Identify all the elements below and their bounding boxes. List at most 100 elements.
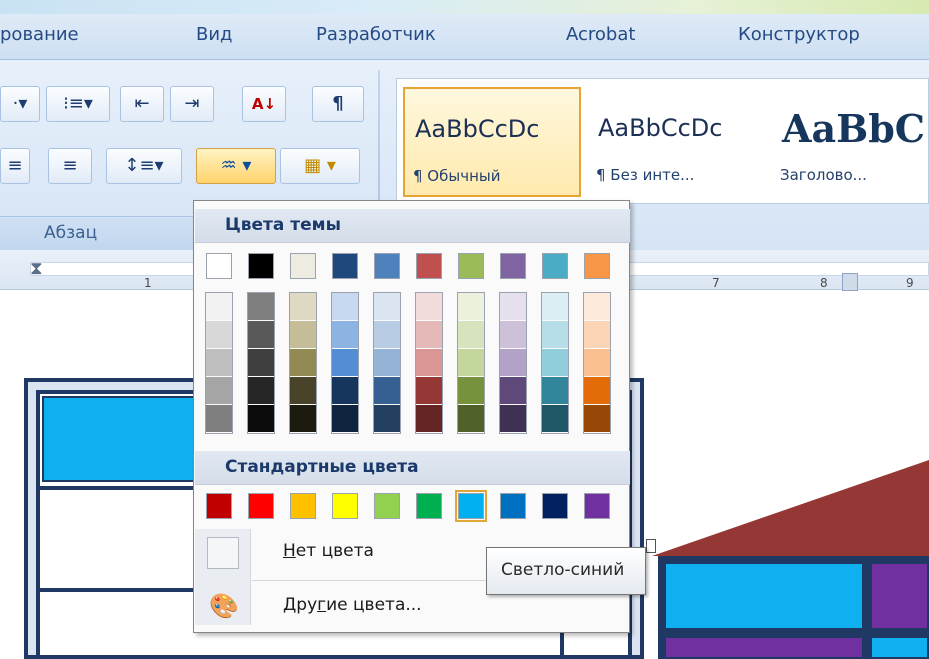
theme-shade-swatch[interactable] [332, 321, 358, 348]
theme-shade-swatch[interactable] [206, 321, 232, 348]
theme-shade-swatch[interactable] [584, 377, 610, 404]
theme-shade-swatch[interactable] [248, 321, 274, 348]
tab-view[interactable]: Вид [196, 24, 233, 45]
table-cell-filled[interactable] [42, 396, 202, 482]
house-roof-shape[interactable] [652, 460, 929, 556]
tab-design[interactable]: Конструктор [738, 24, 860, 45]
theme-shade-swatch[interactable] [584, 293, 610, 320]
theme-shade-swatch[interactable] [542, 349, 568, 376]
theme-shade-swatch[interactable] [248, 293, 274, 320]
resize-handle-icon[interactable] [646, 539, 656, 553]
theme-shade-swatch[interactable] [416, 405, 442, 432]
theme-shade-swatch[interactable] [332, 349, 358, 376]
standard-color-swatch[interactable] [542, 493, 568, 519]
theme-shade-swatch[interactable] [500, 321, 526, 348]
theme-shade-swatch[interactable] [206, 377, 232, 404]
standard-color-swatch[interactable] [206, 493, 232, 519]
multilevel-list-button[interactable]: ⁝≡▾ [46, 86, 110, 122]
theme-shade-swatch[interactable] [458, 321, 484, 348]
distributed-button[interactable]: ≡ [48, 148, 92, 184]
indent-marker-icon[interactable]: ⧗ [30, 258, 52, 288]
style-no-spacing[interactable]: AaBbCcDc ¶ Без инте... [587, 87, 765, 197]
theme-shade-swatch[interactable] [500, 377, 526, 404]
standard-colors-title: Стандартные цвета [225, 457, 419, 477]
theme-shade-swatch[interactable] [374, 321, 400, 348]
theme-shade-swatch[interactable] [332, 405, 358, 432]
theme-shade-swatch[interactable] [542, 321, 568, 348]
theme-shade-swatch[interactable] [458, 349, 484, 376]
theme-color-swatch[interactable] [500, 253, 526, 279]
theme-shade-swatch[interactable] [542, 293, 568, 320]
theme-color-swatch[interactable] [374, 253, 400, 279]
borders-button[interactable]: ▦ ▾ [280, 148, 360, 184]
theme-color-swatch[interactable] [206, 253, 232, 279]
theme-shade-swatch[interactable] [542, 405, 568, 432]
theme-shade-swatch[interactable] [542, 377, 568, 404]
standard-color-swatch[interactable] [500, 493, 526, 519]
theme-shade-swatch[interactable] [248, 377, 274, 404]
theme-shade-swatch[interactable] [206, 405, 232, 432]
tab-stop-marker-icon[interactable] [842, 273, 858, 291]
theme-shade-swatch[interactable] [290, 321, 316, 348]
tab-layout[interactable]: рование [0, 24, 79, 45]
theme-shade-swatch[interactable] [206, 293, 232, 320]
theme-shade-swatch[interactable] [584, 321, 610, 348]
theme-shade-swatch[interactable] [332, 377, 358, 404]
theme-shade-swatch[interactable] [458, 405, 484, 432]
theme-shade-swatch[interactable] [458, 293, 484, 320]
more-colors-rest: ие цвета... [326, 595, 422, 615]
theme-color-swatch[interactable] [290, 253, 316, 279]
theme-shade-swatch[interactable] [458, 377, 484, 404]
decrease-indent-button[interactable]: ⇤ [120, 86, 164, 122]
theme-color-swatch[interactable] [248, 253, 274, 279]
theme-shade-swatch[interactable] [416, 377, 442, 404]
theme-shade-swatch[interactable] [500, 405, 526, 432]
theme-color-swatch[interactable] [542, 253, 568, 279]
standard-color-swatch[interactable] [584, 493, 610, 519]
standard-color-swatch[interactable] [248, 493, 274, 519]
bullets-dropdown-button[interactable]: ·▾ [0, 86, 40, 122]
theme-shade-swatch[interactable] [500, 293, 526, 320]
theme-shade-swatch[interactable] [584, 405, 610, 432]
show-formatting-button[interactable]: ¶ [312, 86, 364, 122]
theme-color-swatch[interactable] [584, 253, 610, 279]
theme-shade-swatch[interactable] [332, 293, 358, 320]
distributed-icon: ≡ [62, 155, 78, 176]
style-heading[interactable]: AaBbC Заголово... [771, 87, 929, 197]
standard-color-swatch[interactable] [290, 493, 316, 519]
style-normal[interactable]: AaBbCcDc ¶ Обычный [403, 87, 581, 197]
standard-color-swatch[interactable] [455, 490, 487, 522]
theme-shade-swatch[interactable] [500, 349, 526, 376]
standard-color-swatch[interactable] [332, 493, 358, 519]
theme-color-swatch[interactable] [416, 253, 442, 279]
theme-shade-swatch[interactable] [416, 293, 442, 320]
theme-shade-swatch[interactable] [290, 405, 316, 432]
theme-shade-swatch[interactable] [290, 349, 316, 376]
tab-developer[interactable]: Разработчик [316, 24, 436, 45]
more-colors-prefix: Дру [283, 595, 318, 615]
theme-shade-swatch[interactable] [248, 349, 274, 376]
style-sample: AaBbC [782, 106, 926, 151]
theme-color-swatch[interactable] [332, 253, 358, 279]
standard-color-swatch[interactable] [374, 493, 400, 519]
theme-shade-swatch[interactable] [374, 377, 400, 404]
theme-shade-swatch[interactable] [290, 377, 316, 404]
justify-button[interactable]: ≡ [0, 148, 30, 184]
standard-color-swatch[interactable] [416, 493, 442, 519]
theme-shade-swatch[interactable] [374, 405, 400, 432]
tab-acrobat[interactable]: Acrobat [566, 24, 635, 45]
theme-color-swatch[interactable] [458, 253, 484, 279]
theme-shade-swatch[interactable] [206, 349, 232, 376]
ribbon-tab-bar: рование Вид Разработчик Acrobat Конструк… [0, 14, 929, 60]
theme-shade-swatch[interactable] [374, 293, 400, 320]
theme-shade-swatch[interactable] [290, 293, 316, 320]
line-spacing-button[interactable]: ↕≡▾ [106, 148, 182, 184]
theme-shade-swatch[interactable] [416, 321, 442, 348]
theme-shade-swatch[interactable] [416, 349, 442, 376]
theme-shade-swatch[interactable] [248, 405, 274, 432]
theme-shade-swatch[interactable] [374, 349, 400, 376]
sort-button[interactable]: А↓ [242, 86, 286, 122]
theme-shade-swatch[interactable] [584, 349, 610, 376]
increase-indent-button[interactable]: ⇥ [170, 86, 214, 122]
shading-button[interactable]: ♒ ▾ [196, 148, 276, 184]
